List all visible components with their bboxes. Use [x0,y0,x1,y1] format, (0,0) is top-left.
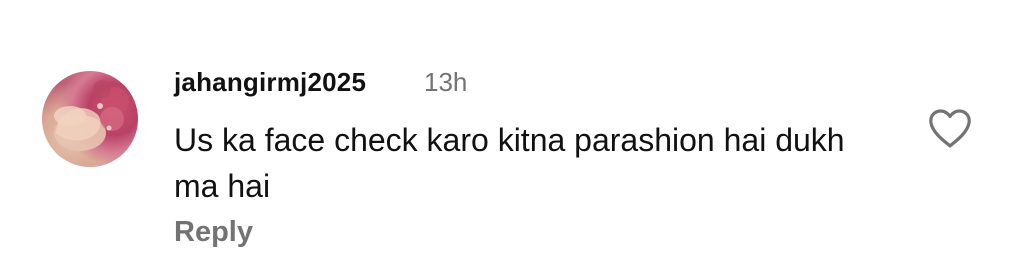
heart-icon [929,109,971,148]
reply-button[interactable]: Reply [174,216,253,249]
comment-username[interactable]: jahangirmj2025 [174,67,366,98]
comment-text: Us ka face check karo kitna parashion ha… [174,122,845,204]
avatar-image-icon [54,80,129,151]
user-avatar[interactable] [42,71,138,167]
heart-outline-icon[interactable] [926,106,974,150]
comment-item: jahangirmj2025 13h Us ka face check karo… [0,0,1024,275]
comment-timestamp: 13h [424,67,468,97]
